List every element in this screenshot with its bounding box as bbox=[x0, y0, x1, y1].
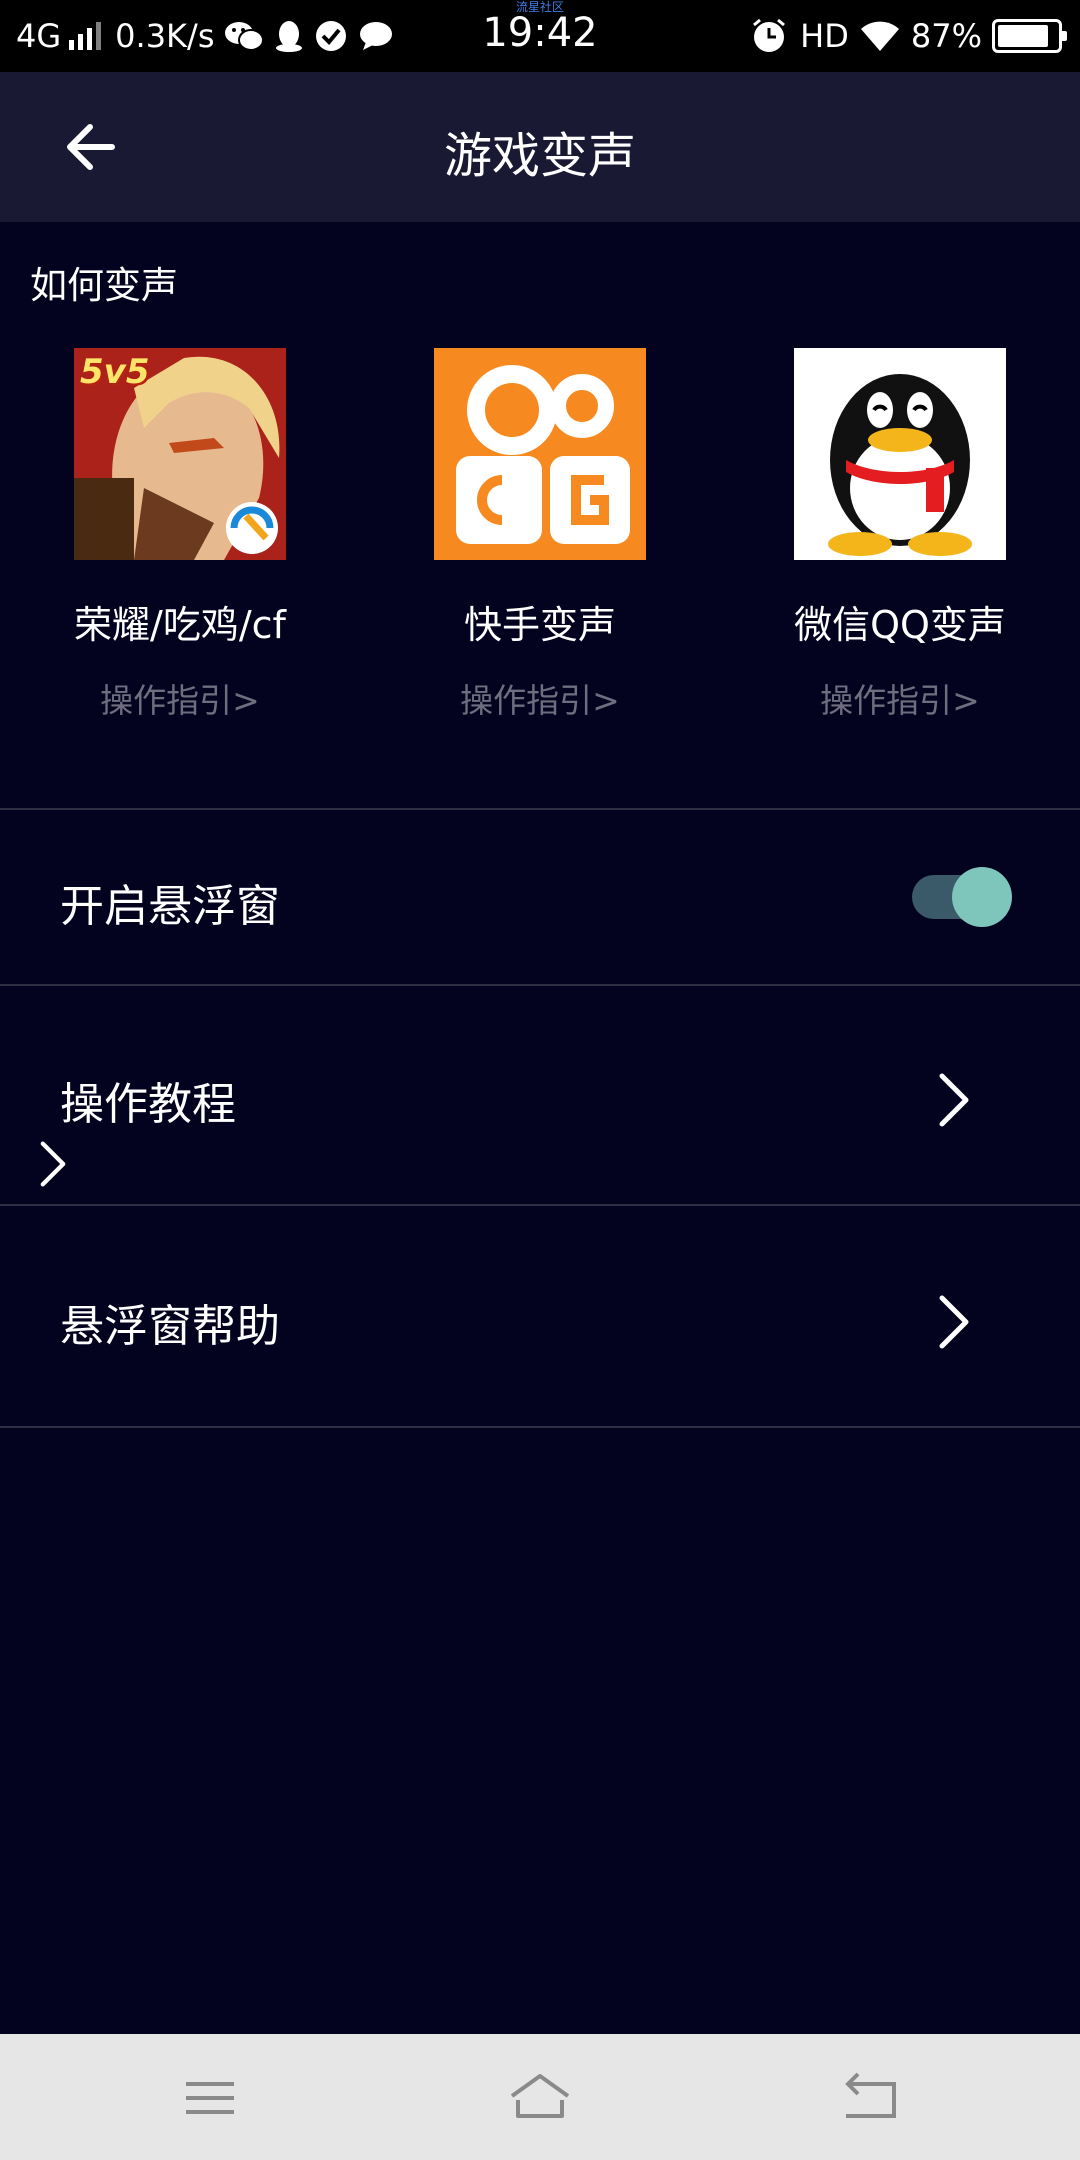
app-list: 5v5 荣耀/吃鸡/cf 操作指引> 快手变声 操作指引> 微信QQ变声 操作指… bbox=[0, 348, 1080, 728]
app-header: 游戏变声 bbox=[0, 72, 1080, 222]
app-name: 微信QQ变声 bbox=[794, 603, 1006, 647]
back-nav-button[interactable] bbox=[810, 2054, 930, 2140]
menu-icon bbox=[186, 2082, 234, 2114]
alarm-icon bbox=[750, 17, 788, 55]
tutorial-row[interactable]: 操作教程 bbox=[0, 986, 1080, 1204]
section-label: 如何变声 bbox=[30, 264, 178, 307]
battery-icon bbox=[992, 19, 1067, 53]
chevron-right-icon bbox=[939, 1073, 969, 1127]
chevron-right-icon bbox=[40, 1141, 66, 1187]
guide-link[interactable]: 操作指引> bbox=[0, 674, 360, 722]
page-title: 游戏变声 bbox=[443, 128, 636, 184]
app-name: 荣耀/吃鸡/cf bbox=[74, 603, 286, 647]
home-button[interactable] bbox=[480, 2054, 600, 2140]
app-name: 快手变声 bbox=[463, 603, 616, 647]
guide-link[interactable]: 操作指引> bbox=[360, 674, 720, 722]
home-icon bbox=[510, 2074, 570, 2118]
battery-percent: 87% bbox=[910, 17, 982, 55]
return-icon bbox=[845, 2072, 896, 2118]
system-nav-bar bbox=[0, 2034, 1080, 2160]
status-bar: 流星社区 4G 0.3K/s 19:42 HD 87% bbox=[0, 0, 1080, 72]
menu-button[interactable] bbox=[150, 2054, 270, 2140]
hd-indicator: HD bbox=[800, 17, 849, 55]
wifi-icon bbox=[859, 19, 901, 53]
status-right: HD 87% bbox=[740, 14, 1067, 58]
guide-link[interactable]: 操作指引> bbox=[720, 674, 1080, 722]
float-window-label: 开启悬浮窗 bbox=[60, 881, 280, 932]
help-label: 悬浮窗帮助 bbox=[60, 1301, 280, 1352]
qq-penguin-icon bbox=[794, 348, 1006, 560]
app-item-qq[interactable]: 微信QQ变声 操作指引> bbox=[720, 348, 1080, 728]
float-window-toggle[interactable] bbox=[912, 867, 1012, 927]
divider bbox=[0, 1426, 1080, 1428]
chevron-right-icon bbox=[939, 1295, 969, 1349]
kuaishou-app-icon bbox=[434, 348, 646, 560]
app-item-game[interactable]: 5v5 荣耀/吃鸡/cf 操作指引> bbox=[0, 348, 360, 728]
help-row[interactable]: 悬浮窗帮助 bbox=[0, 1206, 1080, 1426]
game-app-badge: 5v5 bbox=[80, 352, 150, 392]
toggle-knob bbox=[952, 867, 1012, 927]
tutorial-label: 操作教程 bbox=[60, 1079, 236, 1130]
app-item-kuaishou[interactable]: 快手变声 操作指引> bbox=[360, 348, 720, 728]
